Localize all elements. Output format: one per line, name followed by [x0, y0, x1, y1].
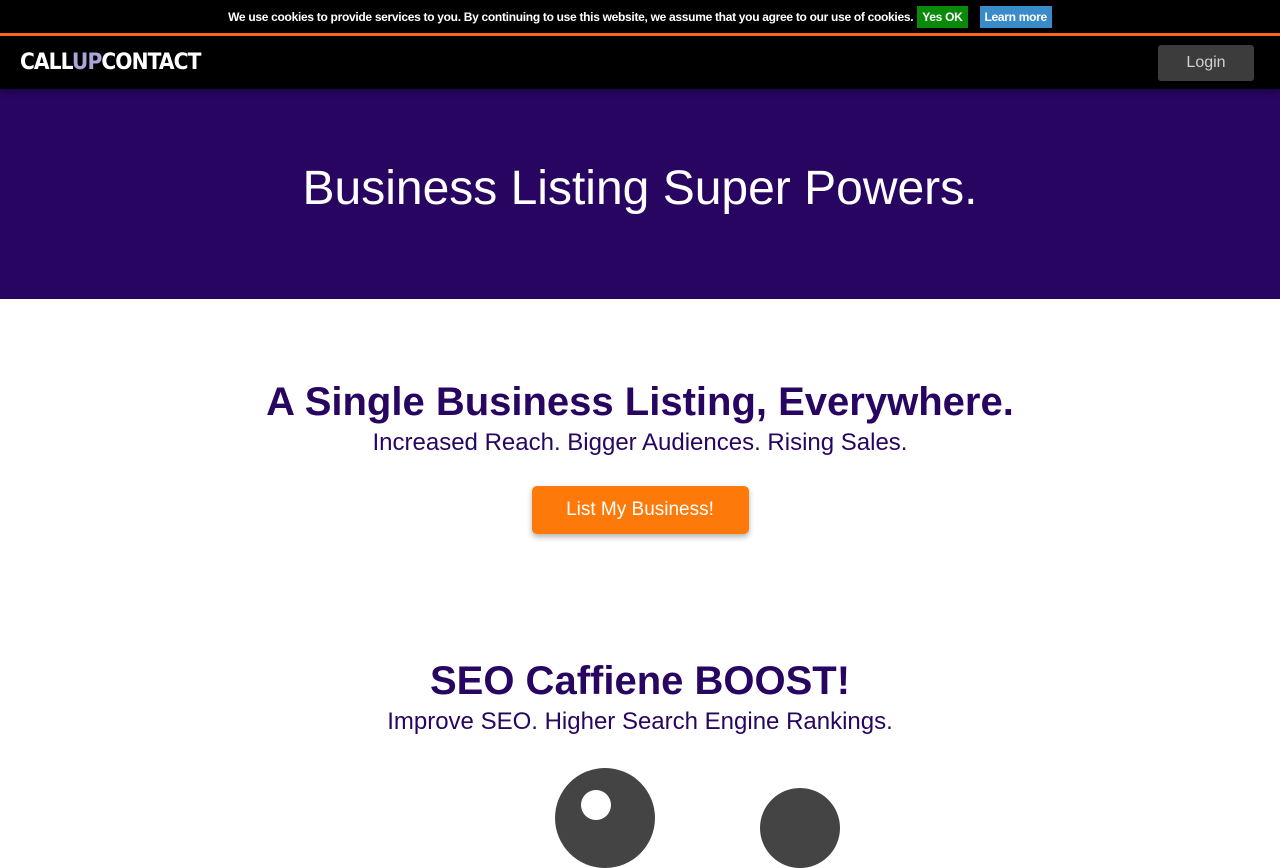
location-pin-icon [555, 768, 655, 868]
site-header: CALLUPCONTACT Login [0, 33, 1280, 89]
seo-section: SEO Caffiene BOOST! Improve SEO. Higher … [0, 657, 1280, 737]
logo-text-call: CALL [20, 50, 73, 75]
login-button[interactable]: Login [1158, 44, 1254, 81]
cookie-message: We use cookies to provide services to yo… [228, 9, 914, 24]
cookie-accept-button[interactable]: Yes OK [917, 5, 968, 28]
section-subtitle: Increased Reach. Bigger Audiences. Risin… [372, 429, 908, 456]
hero-title: Business Listing Super Powers. [302, 162, 978, 215]
section-title: SEO Caffiene BOOST! [429, 659, 851, 703]
logo-text-contact: CONTACT [101, 50, 201, 75]
site-logo[interactable]: CALLUPCONTACT [20, 50, 201, 75]
logo-text-up: UP [71, 50, 102, 75]
cookie-learn-more-button[interactable]: Learn more [979, 5, 1052, 28]
section-subtitle: Improve SEO. Higher Search Engine Rankin… [387, 708, 893, 735]
listing-section: A Single Business Listing, Everywhere. I… [0, 378, 1280, 534]
cookie-banner: We use cookies to provide services to yo… [0, 0, 1280, 33]
user-icon [760, 788, 840, 868]
list-my-business-button[interactable]: List My Business! [531, 486, 749, 534]
section-title: A Single Business Listing, Everywhere. [266, 380, 1014, 424]
hero-banner: Business Listing Super Powers. [0, 89, 1280, 299]
